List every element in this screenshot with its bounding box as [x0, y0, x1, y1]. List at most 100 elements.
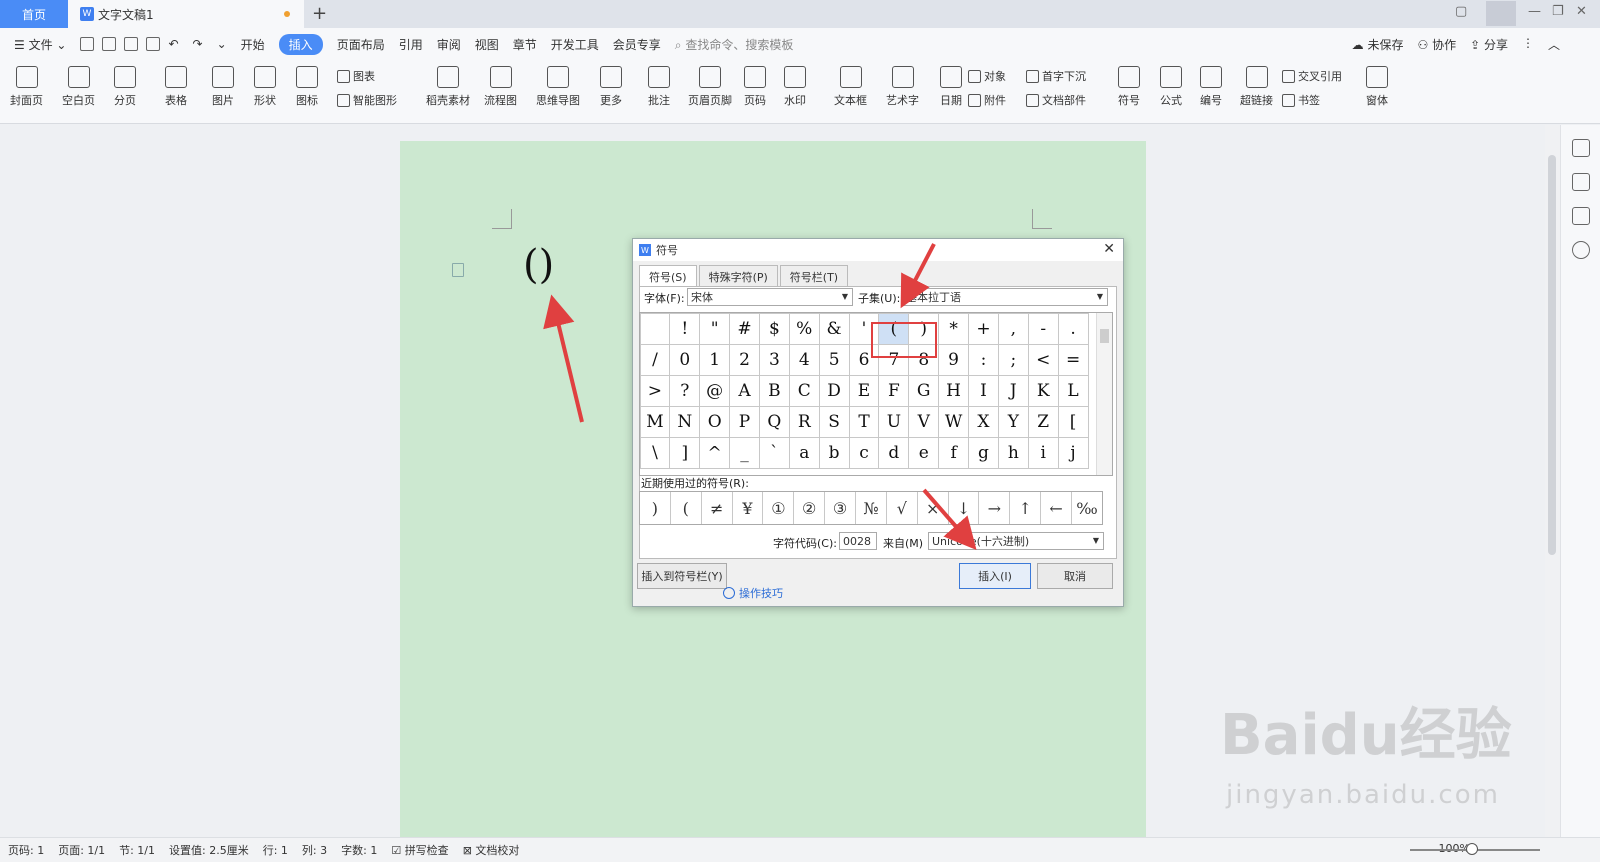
subset-select[interactable]: 基本拉丁语 ▼	[902, 288, 1108, 306]
symbol-cell[interactable]: 0	[669, 343, 701, 376]
symbol-cell[interactable]: D	[818, 374, 850, 407]
form-button[interactable]: 窗体	[1366, 66, 1388, 108]
close-window-icon[interactable]: ✕	[1576, 4, 1587, 19]
symbol-cell[interactable]: 5	[818, 343, 850, 376]
symbol-cell[interactable]: K	[1027, 374, 1059, 407]
minimize-icon[interactable]: —	[1528, 4, 1541, 19]
customize-icon[interactable]: ⌄	[217, 37, 227, 51]
edit-pen-icon[interactable]	[1571, 139, 1590, 157]
symbol-cell[interactable]: Q	[758, 405, 790, 438]
collapse-ribbon-icon[interactable]: ︿	[1548, 36, 1560, 53]
symbol-cell[interactable]: .	[1057, 313, 1089, 345]
cross-reference-button[interactable]: 交叉引用	[1282, 68, 1342, 84]
symbol-cell[interactable]: 4	[788, 343, 820, 376]
save-icon[interactable]	[80, 37, 95, 51]
symbol-cell[interactable]: +	[968, 313, 999, 345]
menu-member[interactable]: 会员专享	[613, 36, 661, 53]
symbol-cell[interactable]: ?	[669, 374, 701, 407]
recent-symbol-cell[interactable]: ③	[825, 492, 857, 524]
symbol-cell[interactable]: J	[997, 374, 1029, 407]
blank-page-button[interactable]: 空白页	[62, 66, 95, 108]
symbol-cell[interactable]: !	[669, 313, 701, 345]
scrollbar-thumb[interactable]	[1548, 155, 1556, 555]
doc-proof-button[interactable]: ⊠ 文档校对	[463, 842, 520, 858]
picture-button[interactable]: 图片	[212, 66, 234, 108]
recent-symbol-cell[interactable]: √	[887, 492, 918, 524]
unsaved-button[interactable]: ☁ 未保存	[1352, 36, 1404, 53]
recent-symbol-cell[interactable]: ①	[763, 492, 795, 524]
more-icon[interactable]: ⋮	[1522, 36, 1534, 53]
symbol-cell[interactable]: i	[1027, 436, 1059, 469]
menu-developer[interactable]: 开发工具	[551, 36, 599, 53]
symbol-cell[interactable]: %	[788, 313, 820, 345]
settings-sliders-icon[interactable]	[1571, 207, 1590, 225]
bookmark-button[interactable]: 书签	[1282, 92, 1320, 108]
tab-document[interactable]: W 文字文稿1	[68, 0, 304, 28]
symbol-cell[interactable]: f	[938, 436, 970, 469]
symbol-cell[interactable]: G	[908, 374, 940, 407]
insert-button[interactable]: 插入(I)	[959, 563, 1031, 589]
status-word-count[interactable]: 字数: 1	[341, 842, 377, 858]
symbol-cell[interactable]: -	[1027, 313, 1059, 345]
font-select[interactable]: 宋体 ▼	[687, 288, 853, 306]
symbol-cell[interactable]: &	[818, 313, 850, 345]
drop-cap-button[interactable]: 首字下沉	[1026, 68, 1086, 84]
symbol-cell[interactable]: g	[968, 436, 999, 469]
page-break-button[interactable]: 分页	[114, 66, 136, 108]
symbol-cell[interactable]: N	[669, 405, 701, 438]
numbering-button[interactable]: 编号	[1200, 66, 1222, 108]
symbol-cell[interactable]: E	[848, 374, 880, 407]
symbol-cell[interactable]: R	[788, 405, 820, 438]
symbol-button[interactable]: 符号	[1118, 66, 1140, 108]
docer-material-button[interactable]: 稻壳素材	[426, 66, 470, 108]
symbol-cell[interactable]: j	[1057, 436, 1089, 469]
recent-symbol-cell[interactable]: →	[979, 492, 1011, 524]
table-button[interactable]: 表格	[165, 66, 187, 108]
symbol-cell[interactable]: S	[818, 405, 850, 438]
symbol-cell[interactable]: V	[908, 405, 940, 438]
symbol-cell[interactable]: 2	[729, 343, 760, 376]
textbox-button[interactable]: 文本框	[834, 66, 867, 108]
symbol-cell[interactable]: @	[699, 374, 731, 407]
help-icon[interactable]	[1571, 241, 1590, 259]
smart-graphic-button[interactable]: 智能图形	[337, 92, 397, 108]
symbol-cell[interactable]: *	[938, 313, 970, 345]
date-button[interactable]: 日期	[940, 66, 962, 108]
status-pages[interactable]: 页面: 1/1	[58, 842, 105, 858]
mindmap-button[interactable]: 思维导图	[536, 66, 580, 108]
recent-symbol-cell[interactable]: ¥	[733, 492, 764, 524]
menu-view[interactable]: 视图	[475, 36, 499, 53]
symbol-cell[interactable]: #	[729, 313, 760, 345]
symbol-cell[interactable]: $	[758, 313, 790, 345]
doc-parts-button[interactable]: 文档部件	[1026, 92, 1086, 108]
symbol-cell[interactable]: =	[1057, 343, 1089, 376]
formula-button[interactable]: 公式	[1160, 66, 1182, 108]
symbol-cell[interactable]: L	[1057, 374, 1089, 407]
symbol-cell[interactable]: 3	[758, 343, 790, 376]
flowchart-button[interactable]: 流程图	[484, 66, 517, 108]
close-icon[interactable]: ✕	[1103, 241, 1115, 257]
tab-symbols[interactable]: 符号(S)	[639, 265, 697, 288]
attachment-button[interactable]: 附件	[968, 92, 1006, 108]
recent-symbol-cell[interactable]: ‰	[1072, 492, 1102, 524]
file-menu[interactable]: ☰ 文件 ⌄	[14, 36, 66, 53]
symbol-cell[interactable]: O	[699, 405, 731, 438]
char-code-input[interactable]: 0028	[839, 532, 877, 550]
symbol-cell[interactable]: ,	[997, 313, 1029, 345]
symbol-cell[interactable]: "	[699, 313, 731, 345]
symbol-cell[interactable]: ^	[699, 436, 731, 469]
symbol-cell[interactable]: 1	[699, 343, 731, 376]
recent-symbol-cell[interactable]: )	[640, 492, 671, 524]
share-button[interactable]: ⇪ 分享	[1470, 36, 1508, 53]
symbol-cell[interactable]: F	[878, 374, 910, 407]
zoom-slider-knob[interactable]	[1466, 843, 1478, 855]
menu-review[interactable]: 审阅	[437, 36, 461, 53]
comment-button[interactable]: 批注	[648, 66, 670, 108]
restore-icon[interactable]: ❐	[1552, 4, 1564, 19]
symbol-cell[interactable]: `	[758, 436, 790, 469]
redo-icon[interactable]: ↷	[193, 37, 203, 51]
symbol-cell[interactable]: [	[1057, 405, 1089, 438]
hyperlink-button[interactable]: 超链接	[1240, 66, 1273, 108]
vertical-scrollbar[interactable]	[1545, 125, 1560, 837]
symbol-cell[interactable]: T	[848, 405, 880, 438]
